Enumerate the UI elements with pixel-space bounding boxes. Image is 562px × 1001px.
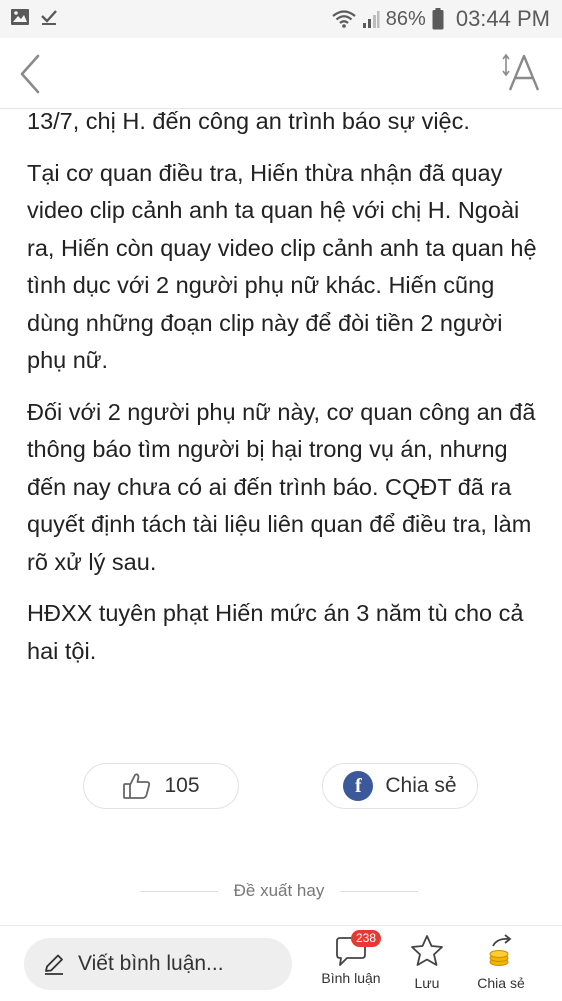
comment-placeholder: Viết bình luận... — [78, 952, 224, 975]
facebook-share-button[interactable]: f Chia sẻ — [322, 763, 478, 809]
font-size-button[interactable] — [500, 50, 544, 96]
comment-input[interactable]: Viết bình luận... — [24, 938, 292, 990]
article-paragraph: HĐXX tuyên phạt Hiến mức án 3 năm tù cho… — [27, 600, 524, 664]
clock: 03:44 PM — [455, 6, 550, 31]
like-count: 105 — [164, 774, 200, 797]
article-paragraph: Tại cơ quan điều tra, Hiến thừa nhận đã … — [27, 159, 537, 374]
comments-button[interactable]: 238 Bình luận — [316, 930, 386, 986]
download-done-icon — [41, 10, 57, 25]
article-paragraph: 13/7, chị H. đến công an trình báo sự vi… — [27, 108, 470, 134]
share-coins-icon — [489, 934, 512, 966]
pencil-icon — [45, 954, 63, 975]
suggestions-divider: Đề xuất hay — [140, 878, 418, 904]
app-header — [0, 38, 562, 109]
signal-icon — [362, 11, 380, 28]
article-body: 13/7, chị H. đến công an trình báo sự vi… — [27, 103, 542, 684]
notification-icons — [10, 8, 58, 26]
thumbs-up-icon — [123, 773, 151, 799]
bottom-action-bar: Viết bình luận... 238 Bình luận Lưu Chia… — [0, 925, 562, 1001]
battery-percent: 86% — [385, 7, 426, 30]
system-icons: 86% 03:44 PM — [332, 6, 550, 32]
like-button[interactable]: 105 — [83, 763, 239, 809]
share-coins-label: Chia sẻ — [477, 975, 525, 991]
facebook-icon: f — [343, 771, 374, 801]
wifi-icon — [332, 10, 356, 28]
save-button[interactable]: Lưu — [392, 934, 462, 991]
share-label: Chia sẻ — [385, 774, 457, 797]
image-icon — [11, 9, 29, 25]
back-button[interactable] — [14, 52, 50, 96]
battery-icon — [432, 8, 444, 30]
comments-count-badge: 238 — [351, 930, 382, 947]
back-chevron-icon — [20, 54, 40, 94]
article-paragraph: Đối với 2 người phụ nữ này, cơ quan công… — [27, 398, 536, 575]
status-bar: 86% 03:44 PM — [0, 0, 562, 38]
comments-label: Bình luận — [321, 970, 381, 986]
font-size-icon — [502, 53, 540, 91]
star-icon — [411, 935, 443, 966]
share-coins-button[interactable]: Chia sẻ — [466, 934, 536, 991]
divider-line — [340, 891, 418, 892]
save-label: Lưu — [414, 975, 440, 991]
